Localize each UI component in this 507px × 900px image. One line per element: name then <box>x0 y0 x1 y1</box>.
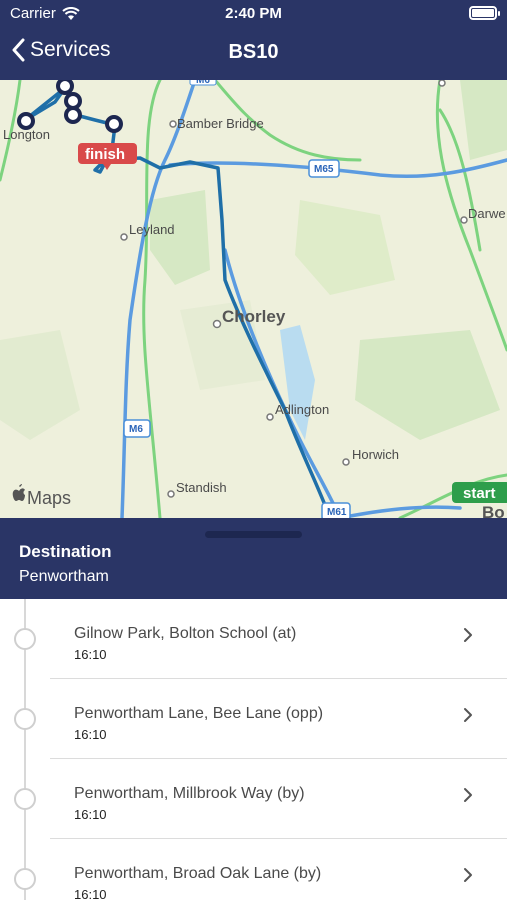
stop-name: Penwortham, Broad Oak Lane (by) <box>74 865 322 882</box>
destination-value: Penwortham <box>19 568 109 585</box>
stop-dot-icon <box>14 868 36 890</box>
route-map[interactable]: Longton Bamber Bridge Leyland Chorley Ad… <box>0 80 507 518</box>
place-label-leyland: Leyland <box>129 222 175 237</box>
stop-time: 16:10 <box>74 807 107 822</box>
stop-dot-icon <box>14 788 36 810</box>
stop-dot-icon <box>14 628 36 650</box>
road-badge-m6: M6 <box>123 419 151 438</box>
battery-icon <box>469 6 500 20</box>
svg-text:M61: M61 <box>327 507 347 518</box>
list-item-stop-1[interactable]: Gilnow Park, Bolton School (at) 16:10 <box>0 599 507 679</box>
motorways <box>120 80 507 518</box>
stop-time: 16:10 <box>74 887 107 900</box>
maps-attribution-label: Maps <box>27 488 71 508</box>
svg-text:M6: M6 <box>196 80 210 86</box>
chevron-right-icon <box>464 708 472 722</box>
destination-label: Destination <box>19 542 112 561</box>
status-bar: Carrier 2:40 PM <box>0 0 507 28</box>
stops-list: Gilnow Park, Bolton School (at) 16:10 Pe… <box>0 599 507 900</box>
road-badge-m65: M65 <box>308 159 340 178</box>
map-terrain <box>0 80 507 440</box>
list-item-stop-3[interactable]: Penwortham, Millbrook Way (by) 16:10 <box>0 759 507 839</box>
drag-handle[interactable] <box>205 531 302 538</box>
bus-route <box>23 86 332 518</box>
start-marker[interactable]: start <box>452 482 507 503</box>
place-label-bamber-bridge: Bamber Bridge <box>177 116 264 131</box>
navigation-bar: Services BS10 <box>0 28 507 80</box>
chevron-right-icon <box>464 788 472 802</box>
chevron-right-icon <box>464 868 472 882</box>
list-item-stop-2[interactable]: Penwortham Lane, Bee Lane (opp) 16:10 <box>0 679 507 759</box>
road-badges: M6 M65 M6 M61 <box>123 80 351 518</box>
status-time: 2:40 PM <box>225 5 282 22</box>
stop-name: Gilnow Park, Bolton School (at) <box>74 625 297 642</box>
map-canvas: Longton Bamber Bridge Leyland Chorley Ad… <box>0 80 507 518</box>
svg-text:M65: M65 <box>314 164 334 175</box>
stop-time: 16:10 <box>74 727 107 742</box>
chevron-right-icon <box>464 628 472 642</box>
stop-name: Penwortham Lane, Bee Lane (opp) <box>74 705 324 722</box>
place-label-darwen: Darwe <box>468 206 506 221</box>
list-item-stop-4[interactable]: Penwortham, Broad Oak Lane (by) 16:10 <box>0 839 507 900</box>
place-label-adlington: Adlington <box>275 402 329 417</box>
route-stop-markers <box>17 80 123 133</box>
stop-name: Penwortham, Millbrook Way (by) <box>74 785 305 802</box>
destination-panel: Destination Penwortham <box>0 518 507 599</box>
maps-attribution: Maps <box>12 484 71 508</box>
stop-dot-icon <box>14 708 36 730</box>
place-label-longton: Longton <box>3 127 50 142</box>
place-label-horwich: Horwich <box>352 447 399 462</box>
app-screen: Carrier 2:40 PM Services BS10 Longton Ba… <box>0 0 507 900</box>
road-badge-m61: M61 <box>321 502 351 518</box>
finish-label: finish <box>85 146 125 163</box>
stop-time: 16:10 <box>74 647 107 662</box>
road-badge-m6-top: M6 <box>189 80 217 86</box>
place-label-chorley: Chorley <box>222 307 286 326</box>
place-label-standish: Standish <box>176 480 227 495</box>
place-label-bolton: Bo <box>482 503 505 518</box>
page-title: BS10 <box>228 41 279 63</box>
header: Carrier 2:40 PM Services BS10 <box>0 0 507 80</box>
finish-marker[interactable]: finish <box>78 143 137 170</box>
start-label: start <box>463 485 496 502</box>
a-roads <box>0 80 507 518</box>
svg-text:M6: M6 <box>129 424 143 435</box>
